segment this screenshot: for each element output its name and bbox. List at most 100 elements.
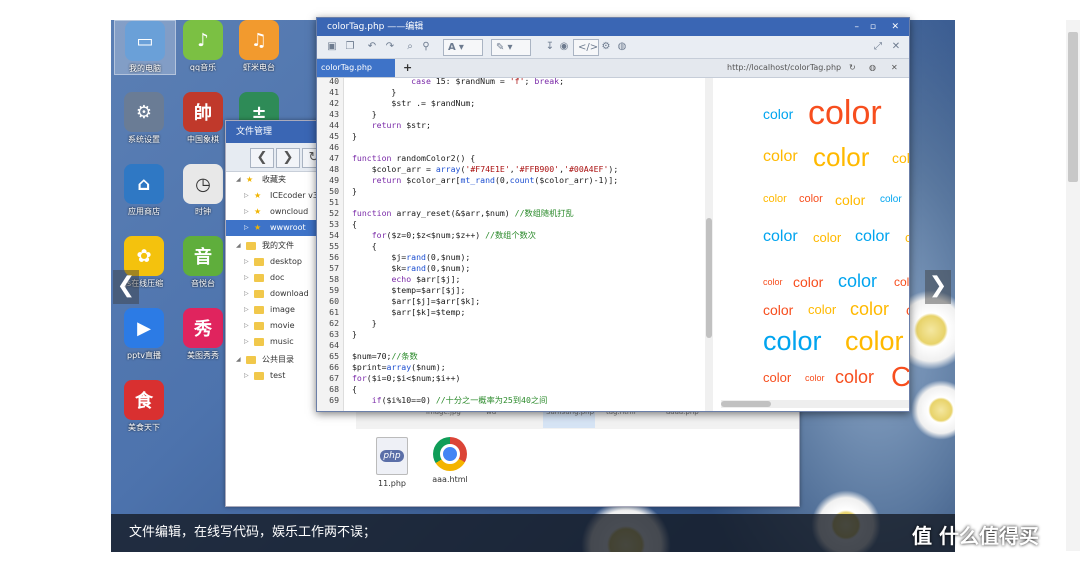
code-line[interactable]: 56 $j=rand(0,$num); xyxy=(317,252,705,263)
desktop-icon[interactable]: ♫ 虾米电台 xyxy=(229,20,289,73)
code-line[interactable]: 52 function array_reset(&$arr,$num) //数组随… xyxy=(317,208,705,219)
code-view-icon[interactable]: </> xyxy=(573,39,599,56)
add-tab-button[interactable]: + xyxy=(399,59,416,77)
close-icon[interactable]: ✕ xyxy=(891,18,899,36)
expand-arrow-icon[interactable]: ▷ xyxy=(244,220,249,236)
code-editor-window[interactable]: colorTag.php ——编辑 – ▫ ✕ ▣ ❐ ↶ ↷ ⌕ ⚲ A ▾ … xyxy=(316,17,910,412)
code-text: $arr[$j]=$arr[$k]; xyxy=(352,296,481,306)
code-line[interactable]: 42 $str .= $randNum; xyxy=(317,98,705,109)
desktop-icon[interactable]: 音音悦台 xyxy=(173,236,233,289)
preview-color-word: color xyxy=(763,325,822,356)
code-line[interactable]: 57 $k=rand(0,$num); xyxy=(317,263,705,274)
desktop-icon[interactable]: ▭ 我的电脑 xyxy=(114,20,176,75)
goto-line-icon[interactable]: ↧ xyxy=(543,39,557,55)
code-line[interactable]: 58 echo $arr[$j]; xyxy=(317,274,705,285)
desktop-icon[interactable]: ♪ qq音乐 xyxy=(173,20,233,73)
expand-arrow-icon[interactable]: ◢ xyxy=(236,352,241,368)
code-line[interactable]: 64 xyxy=(317,340,705,351)
code-line[interactable]: 48 $color_arr = array('#F74E1E','#FFB900… xyxy=(317,164,705,175)
code-line[interactable]: 68 { xyxy=(317,384,705,395)
close-panel-icon[interactable]: ✕ xyxy=(889,39,903,55)
next-slide-arrow[interactable]: ❯ xyxy=(925,270,951,304)
code-line[interactable]: 67 for($i=0;$i<$num;$i++) xyxy=(317,373,705,384)
expand-arrow-icon[interactable]: ▷ xyxy=(244,368,249,384)
desktop-icon[interactable]: 秀美图秀秀 xyxy=(173,308,233,361)
font-dropdown[interactable]: A ▾ xyxy=(443,39,483,56)
desktop-icon-label: qq音乐 xyxy=(189,63,217,72)
expand-arrow-icon[interactable]: ◢ xyxy=(236,238,241,254)
save-icon[interactable]: ▣ xyxy=(325,39,339,55)
theme-dropdown[interactable]: ✎ ▾ xyxy=(491,39,531,56)
expand-arrow-icon[interactable]: ▷ xyxy=(244,188,249,204)
fullscreen-icon[interactable]: ⤢ xyxy=(871,39,885,55)
chrome-file-icon xyxy=(433,437,467,471)
code-line[interactable]: 54 for($z=0;$z<$num;$z++) //数组个数次 xyxy=(317,230,705,241)
code-line[interactable]: 69 if($i%10==0) //十分之一概率为25到40之间 xyxy=(317,395,705,406)
code-line[interactable]: 66 $print=array($num); xyxy=(317,362,705,373)
page-scrollbar[interactable] xyxy=(1066,20,1080,551)
code-line[interactable]: 61 $arr[$k]=$temp; xyxy=(317,307,705,318)
code-line[interactable]: 47 function randomColor2() { xyxy=(317,153,705,164)
desktop-icon[interactable]: ▶ pptv直播 xyxy=(114,308,174,361)
gear-icon[interactable]: ⚙ xyxy=(599,39,613,55)
code-line[interactable]: 45} xyxy=(317,131,705,142)
expand-arrow-icon[interactable]: ▷ xyxy=(244,254,249,270)
code-line[interactable]: 55 { xyxy=(317,241,705,252)
desktop-icon[interactable]: 食美食天下 xyxy=(114,380,174,433)
code-line[interactable]: 65 $num=70;//条数 xyxy=(317,351,705,362)
code-line[interactable]: 46 xyxy=(317,142,705,153)
desktop-icon[interactable]: ⌂ 应用商店 xyxy=(114,164,174,217)
maximize-icon[interactable]: ▫ xyxy=(870,18,876,36)
code-line[interactable]: 40 case 15: $randNum = 'f'; break; xyxy=(317,78,705,87)
code-line[interactable]: 53 { xyxy=(317,219,705,230)
file-item[interactable]: php 11.php xyxy=(370,437,414,488)
expand-arrow-icon[interactable]: ▷ xyxy=(244,286,249,302)
preview-eye-icon[interactable]: ◉ xyxy=(557,39,571,55)
expand-arrow-icon[interactable]: ▷ xyxy=(244,334,249,350)
close-preview-icon[interactable]: ✕ xyxy=(891,59,898,77)
search-icon[interactable]: ⌕ xyxy=(403,39,417,55)
code-scrollbar-thumb[interactable] xyxy=(706,218,712,338)
code-line[interactable]: 59 $temp=$arr[$j]; xyxy=(317,285,705,296)
back-button[interactable]: ❮ xyxy=(250,148,274,168)
code-line[interactable]: 49 return $color_arr[mt_rand(0,count($co… xyxy=(317,175,705,186)
minimize-icon[interactable]: – xyxy=(855,18,860,36)
preview-color-word: color xyxy=(763,148,798,166)
prev-slide-arrow[interactable]: ❮ xyxy=(113,270,139,304)
expand-arrow-icon[interactable]: ▷ xyxy=(244,270,249,286)
redo-icon[interactable]: ↷ xyxy=(383,39,397,55)
browser-icon[interactable]: ◍ xyxy=(869,59,876,77)
desktop-icon[interactable]: ◷ 时钟 xyxy=(173,164,233,217)
expand-arrow-icon[interactable]: ◢ xyxy=(236,172,241,188)
tab-colortag[interactable]: colorTag.php xyxy=(317,59,395,77)
code-area[interactable]: 40 case 15: $randNum = 'f'; break; 41 } 42… xyxy=(317,78,713,411)
preview-hscroll[interactable] xyxy=(721,400,909,408)
expand-arrow-icon[interactable]: ▷ xyxy=(244,204,249,220)
file-item[interactable]: aaa.html xyxy=(428,437,472,484)
line-number: 51 xyxy=(329,197,339,207)
globe-icon[interactable]: ◍ xyxy=(615,39,629,55)
code-line[interactable]: 51 xyxy=(317,197,705,208)
code-line[interactable]: 43 } xyxy=(317,109,705,120)
code-scrollbar[interactable] xyxy=(705,78,713,411)
code-line[interactable]: 41 } xyxy=(317,87,705,98)
preview-url[interactable]: http://localhost/colorTag.php xyxy=(727,59,845,77)
undo-icon[interactable]: ↶ xyxy=(365,39,379,55)
code-line[interactable]: 60 $arr[$j]=$arr[$k]; xyxy=(317,296,705,307)
code-line[interactable]: 62 } xyxy=(317,318,705,329)
forward-button[interactable]: ❯ xyxy=(276,148,300,168)
save-all-icon[interactable]: ❐ xyxy=(343,39,357,55)
desktop-icon[interactable]: ⚙ 系统设置 xyxy=(114,92,174,145)
tree-item-label: 我的文件 xyxy=(262,241,294,250)
editor-titlebar[interactable]: colorTag.php ——编辑 – ▫ ✕ xyxy=(317,18,909,36)
code-line[interactable]: 50} xyxy=(317,186,705,197)
page-scrollbar-thumb[interactable] xyxy=(1068,32,1078,182)
xiami-radio-icon: ♫ xyxy=(239,20,279,60)
pin-icon[interactable]: ⚲ xyxy=(419,39,433,55)
code-line[interactable]: 63} xyxy=(317,329,705,340)
expand-arrow-icon[interactable]: ▷ xyxy=(244,302,249,318)
refresh-icon[interactable]: ↻ xyxy=(849,59,856,77)
desktop-icon[interactable]: 帥中国象棋 xyxy=(173,92,233,145)
code-line[interactable]: 44 return $str; xyxy=(317,120,705,131)
expand-arrow-icon[interactable]: ▷ xyxy=(244,318,249,334)
